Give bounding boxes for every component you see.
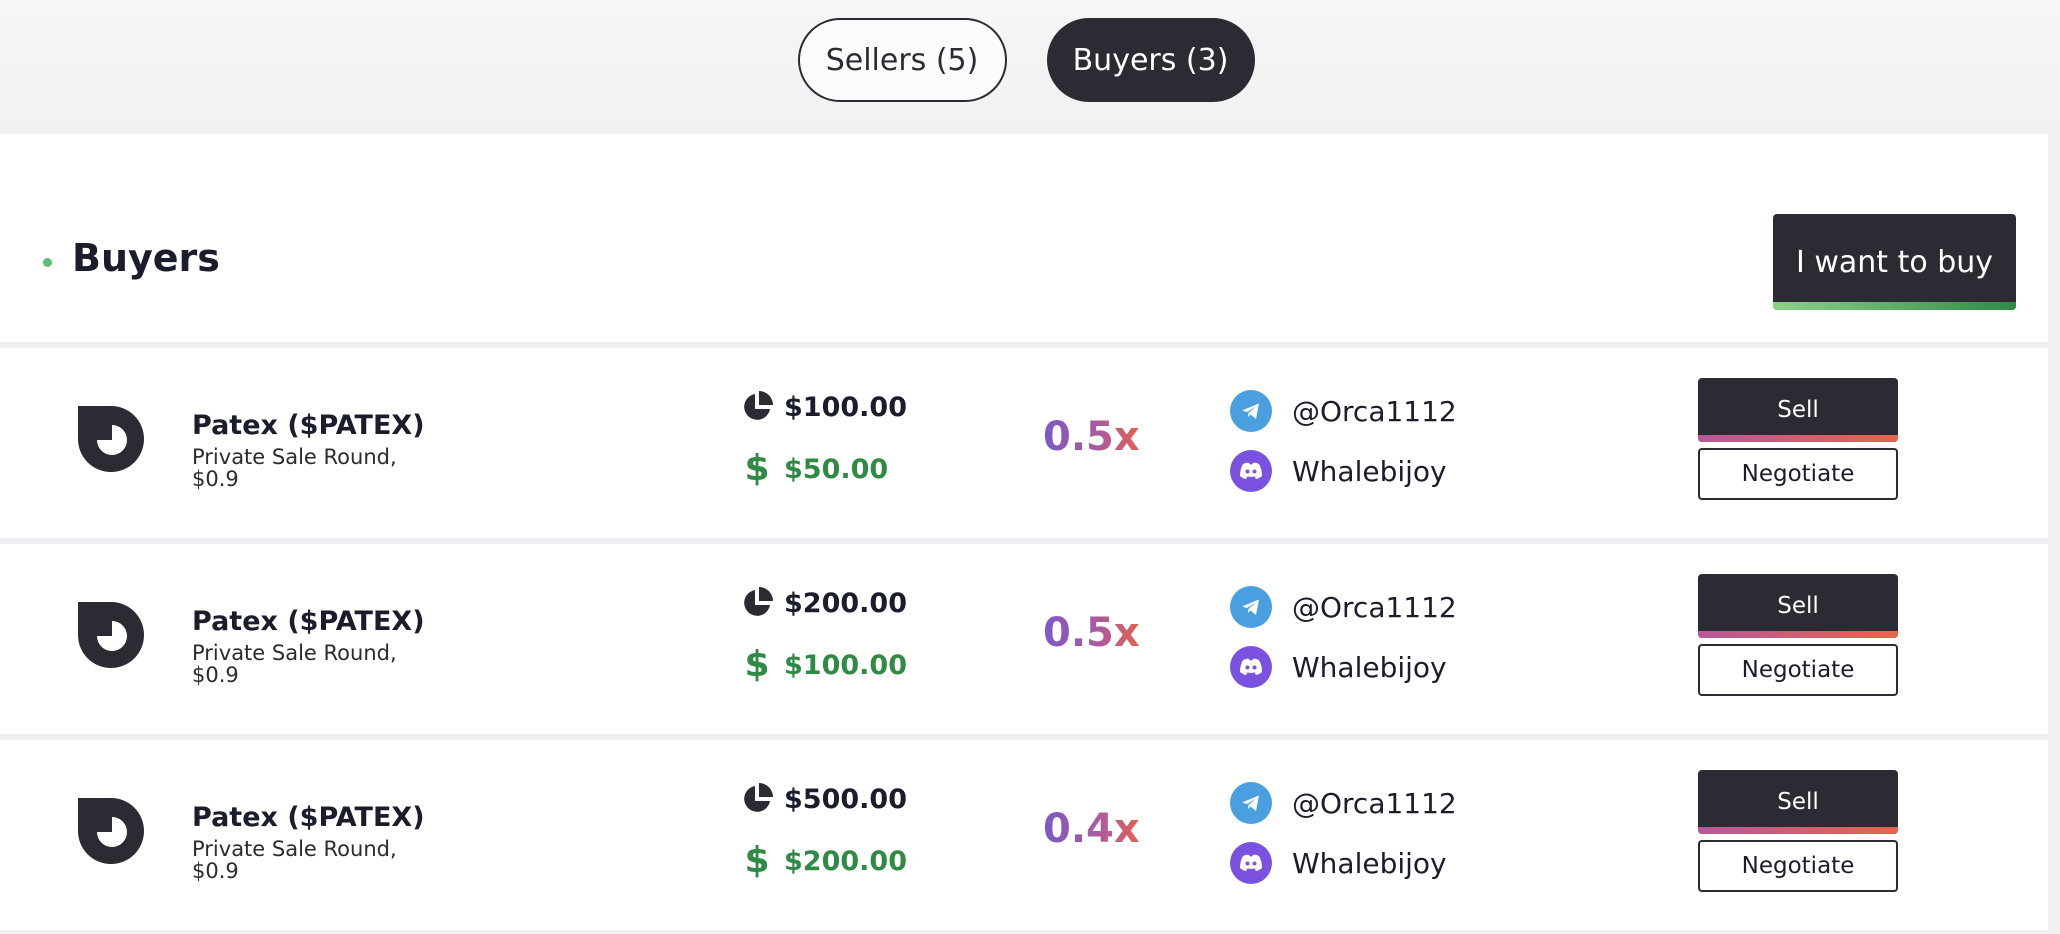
pie-chart-icon <box>744 587 773 616</box>
discord-contact: Whalebijoy <box>1230 646 1447 688</box>
patex-logo-icon <box>78 406 144 472</box>
buyer-row: Patex ($PATEX) Private Sale Round, $0.9 … <box>0 342 2048 532</box>
discord-handle[interactable]: Whalebijoy <box>1292 455 1447 488</box>
price-value: $50.00 <box>784 453 889 485</box>
telegram-handle[interactable]: @Orca1112 <box>1292 395 1457 428</box>
button-accent-bar <box>1773 302 2016 310</box>
discord-handle[interactable]: Whalebijoy <box>1292 847 1447 880</box>
token-round: Private Sale Round, $0.9 <box>192 641 397 687</box>
telegram-icon[interactable] <box>1230 782 1272 824</box>
buyer-row: Patex ($PATEX) Private Sale Round, $0.9 … <box>0 538 2048 728</box>
sell-button[interactable]: Sell <box>1698 378 1898 442</box>
telegram-handle[interactable]: @Orca1112 <box>1292 787 1457 820</box>
negotiate-button[interactable]: Negotiate <box>1698 448 1898 500</box>
discord-icon[interactable] <box>1230 450 1272 492</box>
multiplier: 0.5x <box>1043 414 1140 460</box>
telegram-handle[interactable]: @Orca1112 <box>1292 591 1457 624</box>
allocation-value: $200.00 <box>784 587 907 619</box>
telegram-icon[interactable] <box>1230 586 1272 628</box>
tab-buyers[interactable]: Buyers (3) <box>1046 18 1255 102</box>
tab-bar: Sellers (5) Buyers (3) <box>0 18 2060 102</box>
price-amount: $ $100.00 <box>740 646 907 684</box>
dollar-icon: $ <box>744 644 770 685</box>
negotiate-button[interactable]: Negotiate <box>1698 644 1898 696</box>
telegram-contact: @Orca1112 <box>1230 782 1457 824</box>
dollar-icon: $ <box>744 448 770 489</box>
sell-button[interactable]: Sell <box>1698 574 1898 638</box>
telegram-contact: @Orca1112 <box>1230 586 1457 628</box>
button-accent-bar <box>1698 435 1898 442</box>
allocation-amount: $200.00 <box>740 586 907 620</box>
button-accent-bar <box>1698 827 1898 834</box>
allocation-amount: $100.00 <box>740 390 907 424</box>
sell-label: Sell <box>1777 789 1819 815</box>
token-round: Private Sale Round, $0.9 <box>192 837 397 883</box>
price-value: $100.00 <box>784 649 907 681</box>
allocation-amount: $500.00 <box>740 782 907 816</box>
telegram-icon[interactable] <box>1230 390 1272 432</box>
pie-chart-icon <box>744 783 773 812</box>
negotiate-button[interactable]: Negotiate <box>1698 840 1898 892</box>
discord-contact: Whalebijoy <box>1230 450 1447 492</box>
tab-sellers[interactable]: Sellers (5) <box>797 18 1007 102</box>
patex-logo-icon <box>78 602 144 668</box>
allocation-value: $500.00 <box>784 783 907 815</box>
sell-button[interactable]: Sell <box>1698 770 1898 834</box>
section-bullet-icon <box>43 258 52 267</box>
multiplier: 0.5x <box>1043 610 1140 656</box>
panel-header: Buyers I want to buy <box>0 134 2048 342</box>
token-round: Private Sale Round, $0.9 <box>192 445 397 491</box>
price-amount: $ $50.00 <box>740 450 888 488</box>
page: Sellers (5) Buyers (3) Buyers I want to … <box>0 0 2060 934</box>
allocation-value: $100.00 <box>784 391 907 423</box>
multiplier: 0.4x <box>1043 806 1140 852</box>
i-want-to-buy-label: I want to buy <box>1795 244 1994 280</box>
token-name: Patex ($PATEX) <box>192 802 425 833</box>
row-divider <box>0 930 2048 934</box>
discord-icon[interactable] <box>1230 646 1272 688</box>
token-name: Patex ($PATEX) <box>192 606 425 637</box>
price-amount: $ $200.00 <box>740 842 907 880</box>
telegram-contact: @Orca1112 <box>1230 390 1457 432</box>
dollar-icon: $ <box>744 840 770 881</box>
pie-chart-icon <box>744 391 773 420</box>
buyer-row: Patex ($PATEX) Private Sale Round, $0.9 … <box>0 734 2048 924</box>
token-name: Patex ($PATEX) <box>192 410 425 441</box>
sell-label: Sell <box>1777 397 1819 423</box>
price-value: $200.00 <box>784 845 907 877</box>
i-want-to-buy-button[interactable]: I want to buy <box>1773 214 2016 310</box>
discord-contact: Whalebijoy <box>1230 842 1447 884</box>
section-title: Buyers <box>72 236 220 280</box>
buyers-panel: Buyers I want to buy Patex ($PATEX) Priv… <box>0 134 2048 934</box>
discord-handle[interactable]: Whalebijoy <box>1292 651 1447 684</box>
sell-label: Sell <box>1777 593 1819 619</box>
discord-icon[interactable] <box>1230 842 1272 884</box>
patex-logo-icon <box>78 798 144 864</box>
button-accent-bar <box>1698 631 1898 638</box>
